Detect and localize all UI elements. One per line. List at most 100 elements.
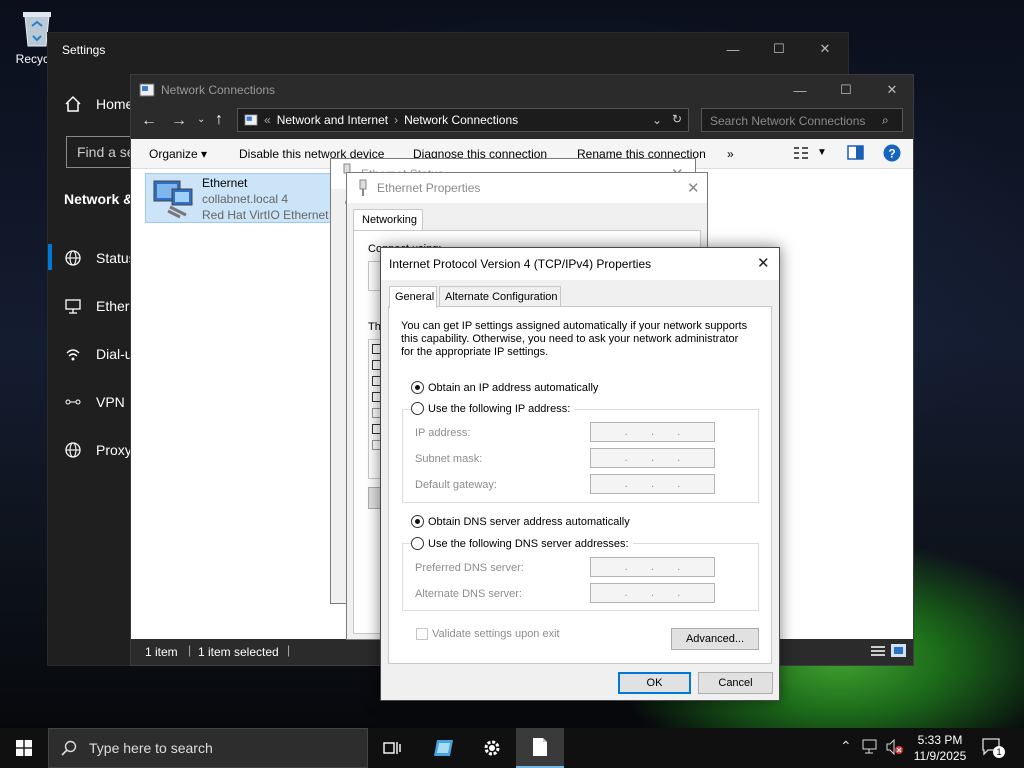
status-divider: |: [287, 643, 291, 657]
nav-label: VPN: [96, 394, 125, 410]
taskbar-file-app[interactable]: [516, 728, 564, 768]
obtain-ip-auto-option[interactable]: Obtain an IP address automatically: [411, 381, 598, 394]
explorer-window-controls: — ☐ ✕: [777, 75, 915, 105]
radio-unselected[interactable]: [411, 537, 424, 550]
globe-icon: [64, 441, 82, 459]
ok-button[interactable]: OK: [618, 672, 691, 694]
alternate-dns-label: Alternate DNS server:: [415, 588, 522, 600]
ip-address-label: IP address:: [415, 427, 471, 439]
tab-networking[interactable]: Networking: [353, 209, 423, 231]
details-view-icon[interactable]: [871, 645, 885, 658]
explorer-title: Network Connections: [161, 83, 276, 97]
network-status-icon[interactable]: [862, 739, 880, 755]
radio-selected[interactable]: [411, 515, 424, 528]
breadcrumb-separator-icon: ›: [394, 113, 399, 127]
forward-arrow-icon[interactable]: →: [171, 112, 187, 130]
search-placeholder: Search Network Connections: [710, 114, 866, 128]
gear-icon: [482, 738, 502, 758]
show-hidden-icons-chevron-up-icon[interactable]: ⌃: [840, 738, 852, 755]
tab-general[interactable]: General: [389, 286, 437, 308]
address-dropdown-icon[interactable]: ⌄: [652, 113, 662, 127]
network-adapter-icon: [150, 177, 196, 221]
breadcrumb-item[interactable]: Network Connections: [404, 113, 518, 127]
description-line: this capability. Otherwise, you need to …: [401, 333, 739, 345]
system-clock[interactable]: 5:33 PM 11/9/2025: [906, 732, 974, 764]
explorer-search-input[interactable]: Search Network Connections ⌕: [701, 108, 903, 132]
ipv4-description: You can get IP settings assigned automat…: [401, 320, 747, 359]
description-line: for the appropriate IP settings.: [401, 346, 549, 358]
status-divider: |: [188, 643, 192, 657]
large-icons-view-icon[interactable]: [891, 644, 906, 657]
taskbar-network-connections-app[interactable]: [420, 728, 468, 768]
start-button[interactable]: [0, 728, 48, 768]
more-commands-button[interactable]: »: [727, 147, 734, 161]
nav-item-dialup[interactable]: Dial-u: [64, 345, 133, 363]
radio-unselected[interactable]: [411, 402, 424, 415]
nav-item-status[interactable]: Status: [64, 249, 136, 267]
nav-label: Dial-u: [96, 346, 133, 362]
close-icon[interactable]: ✕: [869, 75, 915, 105]
address-bar[interactable]: « Network and Internet › Network Connect…: [237, 108, 689, 132]
ip-address-field: ...: [590, 422, 715, 442]
alternate-dns-field: ...: [590, 583, 715, 603]
maximize-icon[interactable]: ☐: [823, 75, 869, 105]
settings-home[interactable]: Home: [64, 95, 133, 113]
connection-adapter: Red Hat VirtIO Ethernet A: [202, 208, 334, 222]
minimize-icon[interactable]: —: [777, 75, 823, 105]
use-static-dns-option[interactable]: Use the following DNS server addresses:: [411, 537, 633, 550]
cancel-button[interactable]: Cancel: [698, 672, 773, 694]
address-row: ← → ⌄ ↑ « Network and Internet › Network…: [131, 105, 913, 139]
validate-checkbox[interactable]: [416, 628, 428, 640]
nav-item-vpn[interactable]: VPN: [64, 393, 125, 411]
validate-label: Validate settings upon exit: [432, 628, 560, 640]
view-options-icon[interactable]: [793, 145, 809, 161]
clock-date: 11/9/2025: [913, 749, 967, 763]
connection-network: collabnet.local 4: [202, 192, 289, 206]
up-arrow-icon[interactable]: ↑: [215, 111, 223, 129]
clock-time: 5:33 PM: [917, 733, 963, 747]
minimize-icon[interactable]: —: [710, 33, 756, 65]
use-static-ip-option[interactable]: Use the following IP address:: [411, 402, 575, 415]
recent-chevron-down-icon[interactable]: ⌄: [197, 114, 205, 125]
document-icon: [532, 737, 548, 757]
radio-selected[interactable]: [411, 381, 424, 394]
use-static-ip-label: Use the following IP address:: [428, 402, 571, 415]
validate-settings-option[interactable]: Validate settings upon exit: [416, 628, 560, 640]
ethernet-connection-item[interactable]: Ethernet collabnet.local 4 Red Hat VirtI…: [145, 173, 335, 223]
tab-alternate-configuration[interactable]: Alternate Configuration: [439, 286, 561, 307]
task-view-icon: [383, 740, 401, 756]
nav-selection-indicator: [48, 244, 52, 270]
breadcrumb-overflow-icon[interactable]: «: [264, 113, 271, 127]
maximize-icon[interactable]: ☐: [756, 33, 802, 65]
help-icon[interactable]: ?: [883, 144, 901, 162]
advanced-button[interactable]: Advanced...: [671, 628, 759, 650]
refresh-icon[interactable]: ↻: [672, 112, 682, 126]
selected-count: 1 item selected: [198, 645, 279, 659]
task-view-button[interactable]: [368, 728, 416, 768]
obtain-dns-auto-label: Obtain DNS server address automatically: [428, 515, 630, 528]
search-icon: [61, 740, 77, 756]
taskbar-search-input[interactable]: Type here to search: [48, 728, 368, 768]
general-panel: You can get IP settings assigned automat…: [388, 306, 772, 664]
organize-menu[interactable]: Organize ▾: [149, 147, 207, 161]
breadcrumb-item[interactable]: Network and Internet: [277, 113, 388, 127]
taskbar-search-placeholder: Type here to search: [89, 740, 213, 756]
nav-item-ethernet[interactable]: Ethern: [64, 297, 137, 315]
network-connections-app-icon: [433, 738, 455, 758]
close-icon[interactable]: ✕: [687, 179, 700, 197]
close-icon[interactable]: ✕: [757, 254, 770, 272]
view-dropdown-icon[interactable]: ▼: [817, 147, 827, 158]
taskbar-settings-app[interactable]: [468, 728, 516, 768]
obtain-dns-auto-option[interactable]: Obtain DNS server address automatically: [411, 515, 630, 528]
nav-item-proxy[interactable]: Proxy: [64, 441, 132, 459]
connection-name: Ethernet: [202, 176, 248, 190]
preferred-dns-field: ...: [590, 557, 715, 577]
preview-pane-icon[interactable]: [847, 145, 864, 160]
item-count: 1 item: [145, 645, 178, 659]
volume-muted-icon[interactable]: [886, 739, 904, 755]
preferred-dns-label: Preferred DNS server:: [415, 562, 524, 574]
close-icon[interactable]: ✕: [802, 33, 848, 65]
default-gateway-field: ...: [590, 474, 715, 494]
action-center-button[interactable]: 1: [982, 738, 1005, 758]
back-arrow-icon[interactable]: ←: [141, 112, 157, 130]
